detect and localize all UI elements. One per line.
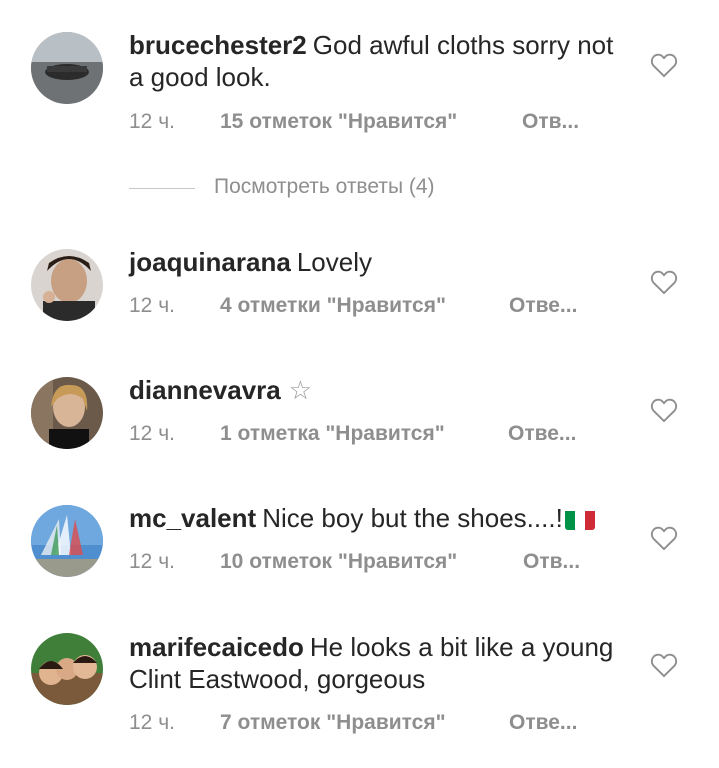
comment-text: brucechester2 God awful cloths sorry not … xyxy=(129,29,624,93)
timestamp: 12 ч. xyxy=(129,294,175,317)
avatar[interactable] xyxy=(31,32,103,104)
avatar[interactable] xyxy=(31,249,103,321)
comment-body: Lovely xyxy=(296,247,372,277)
heart-icon[interactable] xyxy=(650,269,678,295)
avatar[interactable] xyxy=(31,633,103,705)
username[interactable]: mc_valent xyxy=(129,503,256,533)
reply-button[interactable]: Отв... xyxy=(523,550,580,574)
comment-text: joaquinarana Lovely xyxy=(129,246,624,278)
avatar[interactable] xyxy=(31,377,103,449)
comment-text: mc_valent Nice boy but the shoes....! xyxy=(129,502,624,534)
reply-button[interactable]: Отве... xyxy=(509,294,577,318)
italy-flag-icon xyxy=(564,508,595,530)
comment-text: marifecaicedo He looks a bit like a young… xyxy=(129,631,624,695)
heart-icon[interactable] xyxy=(650,525,678,551)
likes-count[interactable]: 7 отметок "Нравится" xyxy=(220,711,446,735)
divider xyxy=(129,188,195,189)
username[interactable]: joaquinarana xyxy=(129,247,291,277)
likes-count[interactable]: 4 отметки "Нравится" xyxy=(220,294,446,318)
star-icon: ☆ xyxy=(288,375,313,405)
heart-icon[interactable] xyxy=(650,397,678,423)
timestamp: 12 ч. xyxy=(129,550,175,573)
timestamp: 12 ч. xyxy=(129,711,175,734)
likes-count[interactable]: 1 отметка "Нравится" xyxy=(220,422,445,446)
comment-body: Nice boy but the shoes....! xyxy=(262,503,563,533)
username[interactable]: marifecaicedo xyxy=(129,632,304,662)
reply-button[interactable]: Отве... xyxy=(509,711,577,735)
timestamp: 12 ч. xyxy=(129,110,175,133)
likes-count[interactable]: 10 отметок "Нравится" xyxy=(220,550,457,574)
heart-icon[interactable] xyxy=(650,652,678,678)
timestamp: 12 ч. xyxy=(129,422,175,445)
username[interactable]: brucechester2 xyxy=(129,30,307,60)
reply-button[interactable]: Отв... xyxy=(522,110,579,134)
username[interactable]: diannevavra xyxy=(129,375,281,405)
view-replies-label: Посмотреть ответы (4) xyxy=(214,175,435,198)
likes-count[interactable]: 15 отметок "Нравится" xyxy=(220,110,457,134)
avatar[interactable] xyxy=(31,505,103,577)
heart-icon[interactable] xyxy=(650,52,678,78)
reply-button[interactable]: Отве... xyxy=(508,422,576,446)
view-replies-link[interactable]: Посмотреть ответы (4) xyxy=(129,175,529,203)
comment-text: diannevavra ☆ xyxy=(129,374,624,406)
